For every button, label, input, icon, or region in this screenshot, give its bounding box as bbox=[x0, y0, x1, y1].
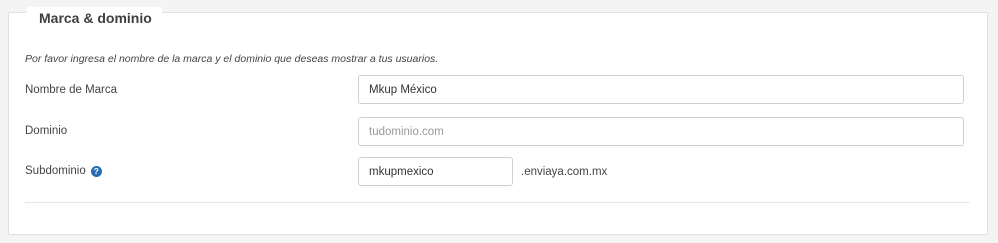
section-intro: Por favor ingresa el nombre de la marca … bbox=[25, 53, 439, 65]
domain-label: Dominio bbox=[25, 125, 67, 137]
question-circle-icon[interactable]: ? bbox=[90, 165, 102, 177]
brand-name-label: Nombre de Marca bbox=[25, 84, 117, 96]
subdomain-input[interactable] bbox=[358, 157, 513, 186]
subdomain-label-text: Subdominio bbox=[25, 165, 86, 177]
domain-input[interactable] bbox=[358, 117, 964, 146]
subdomain-label: Subdominio ? bbox=[25, 165, 102, 177]
brand-name-input[interactable] bbox=[358, 75, 964, 104]
section-title: Marca & dominio bbox=[27, 7, 162, 29]
brand-domain-panel: Marca & dominio Por favor ingresa el nom… bbox=[8, 7, 988, 235]
brand-name-label-text: Nombre de Marca bbox=[25, 84, 118, 96]
divider bbox=[25, 202, 970, 203]
domain-label-text: Dominio bbox=[25, 125, 68, 137]
subdomain-suffix: .enviaya.com.mx bbox=[521, 166, 608, 178]
